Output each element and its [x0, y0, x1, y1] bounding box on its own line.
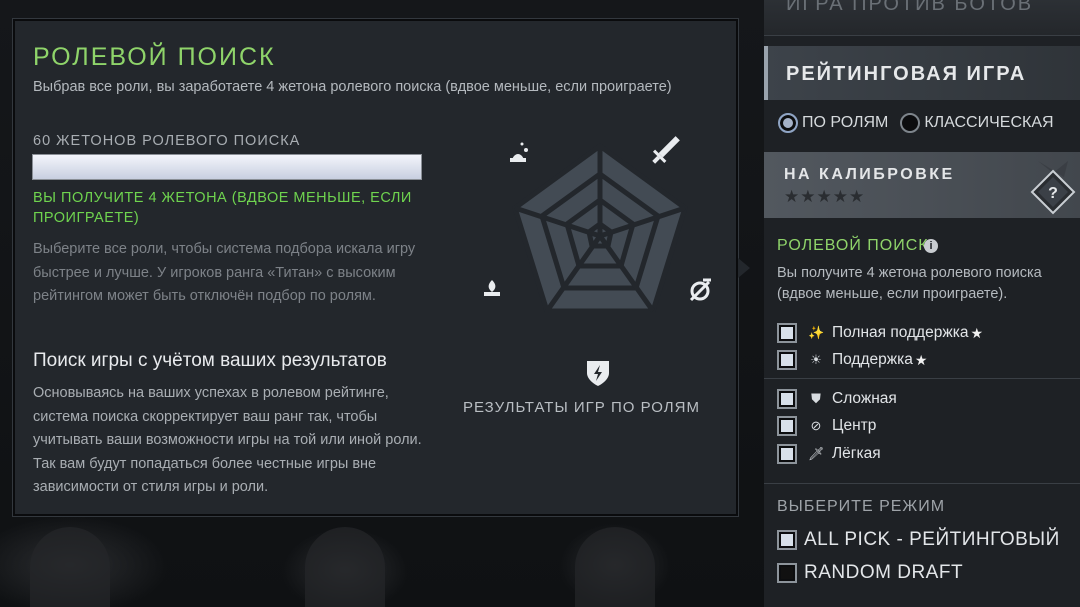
role-label: Сложная	[832, 390, 897, 407]
offlane-icon: ⛊	[811, 391, 821, 406]
role-queue-description: Вы получите 4 жетона ролевого поиска (вд…	[777, 265, 1042, 302]
role-option-soft-support[interactable]: ☀ Поддержка ★	[777, 348, 927, 372]
role-label: Поддержка	[832, 351, 913, 368]
role-checkbox[interactable]	[777, 444, 797, 464]
role-radar-chart	[484, 136, 711, 386]
tooltip-title: РОЛЕВОЙ ПОИСК	[33, 43, 276, 71]
section-divider	[764, 483, 1080, 484]
offlane-icon	[587, 361, 609, 386]
tokens-label: 60 ЖЕТОНОВ РОЛЕВОГО ПОИСКА	[33, 133, 301, 149]
mode-checkbox[interactable]	[777, 563, 797, 583]
mode-option-random-draft[interactable]: RANDOM DRAFT	[777, 561, 963, 585]
role-queue-radio[interactable]	[778, 113, 798, 133]
role-queue-title: РОЛЕВОЙ ПОИСК	[777, 237, 929, 254]
hero-statue	[575, 527, 655, 607]
info-icon[interactable]: i	[924, 239, 938, 253]
role-checkbox[interactable]	[777, 350, 797, 370]
mid-icon	[689, 278, 711, 302]
calibration-label: НА КАЛИБРОВКЕ	[784, 166, 955, 183]
tokens-progress-bar	[32, 154, 422, 180]
tooltip-description: Выберите все роли, чтобы система подбора…	[33, 241, 416, 304]
performance-heading: Поиск игры с учётом ваших результатов	[33, 350, 387, 371]
mid-icon: ⊘	[810, 418, 822, 433]
hard-support-icon	[510, 142, 528, 162]
role-queue-tooltip: РОЛЕВОЙ ПОИСК Выбрав все роли, вы зарабо…	[13, 19, 738, 516]
role-checkbox[interactable]	[777, 323, 797, 343]
soft-support-icon	[484, 280, 500, 296]
mode-option-all-pick[interactable]: ALL PICK - РЕЙТИНГОВЫЙ	[777, 528, 1060, 552]
performance-description: Основываясь на ваших успехах в ролевом р…	[33, 385, 422, 495]
mode-checkbox[interactable]	[777, 530, 797, 550]
ranked-label: РЕЙТИНГОВАЯ ИГРА	[786, 63, 1027, 85]
role-option-offlane[interactable]: ⛊ Сложная	[777, 387, 897, 411]
hero-statue	[305, 527, 385, 607]
role-option-hard-support[interactable]: ✨ Полная поддержка ★	[777, 321, 983, 345]
tooltip-arrow	[738, 258, 750, 278]
classic-queue-label[interactable]: КЛАССИЧЕСКАЯ	[924, 114, 1053, 132]
role-label: Центр	[832, 417, 877, 434]
ranked-match-button[interactable]: РЕЙТИНГОВАЯ ИГРА	[764, 46, 1080, 100]
role-checkbox[interactable]	[777, 389, 797, 409]
role-label: Лёгкая	[832, 445, 881, 462]
role-label: Полная поддержка	[832, 324, 969, 341]
mode-label: RANDOM DRAFT	[804, 562, 964, 583]
hero-statue	[30, 527, 110, 607]
play-vs-bots-button[interactable]: ИГРА ПРОТИВ БОТОВ	[764, 0, 1080, 36]
role-option-carry[interactable]: 🗡 Лёгкая	[777, 442, 881, 466]
calibration-stars: ★★★★★	[784, 187, 866, 206]
soft-support-icon: ☀	[810, 352, 822, 367]
tooltip-subtitle: Выбрав все роли, вы заработаете 4 жетона…	[33, 79, 672, 95]
role-queue-label[interactable]: ПО РОЛЯМ	[802, 114, 888, 132]
hard-support-icon: ✨	[808, 325, 825, 340]
carry-icon	[652, 136, 680, 164]
uncalibrated-rank-icon: ?	[1030, 161, 1076, 215]
radar-caption: РЕЗУЛЬТАТЫ ИГР ПО РОЛЯМ	[463, 399, 700, 416]
mode-title: ВЫБЕРИТЕ РЕЖИМ	[777, 498, 946, 515]
carry-icon: 🗡	[808, 446, 825, 461]
bots-label: ИГРА ПРОТИВ БОТОВ	[786, 0, 1034, 15]
tokens-gain-text: ВЫ ПОЛУЧИТЕ 4 ЖЕТОНА (ВДВОЕ МЕНЬШЕ, ЕСЛИ…	[33, 190, 412, 226]
role-divider	[764, 378, 1080, 379]
mode-label: ALL PICK - РЕЙТИНГОВЫЙ	[804, 529, 1060, 550]
favorite-star-icon: ★	[914, 351, 928, 368]
tokens-progress-fill	[33, 155, 421, 179]
svg-text:?: ?	[1048, 185, 1058, 202]
calibration-box: НА КАЛИБРОВКЕ ★★★★★ ?	[764, 152, 1080, 218]
role-option-mid[interactable]: ⊘ Центр	[777, 414, 876, 438]
radar-pentagon	[512, 142, 688, 314]
favorite-star-icon: ★	[970, 324, 984, 341]
role-checkbox[interactable]	[777, 416, 797, 436]
queue-type-selector: ПО РОЛЯМ КЛАССИЧЕСКАЯ	[778, 111, 1066, 135]
classic-queue-radio[interactable]	[900, 113, 921, 133]
